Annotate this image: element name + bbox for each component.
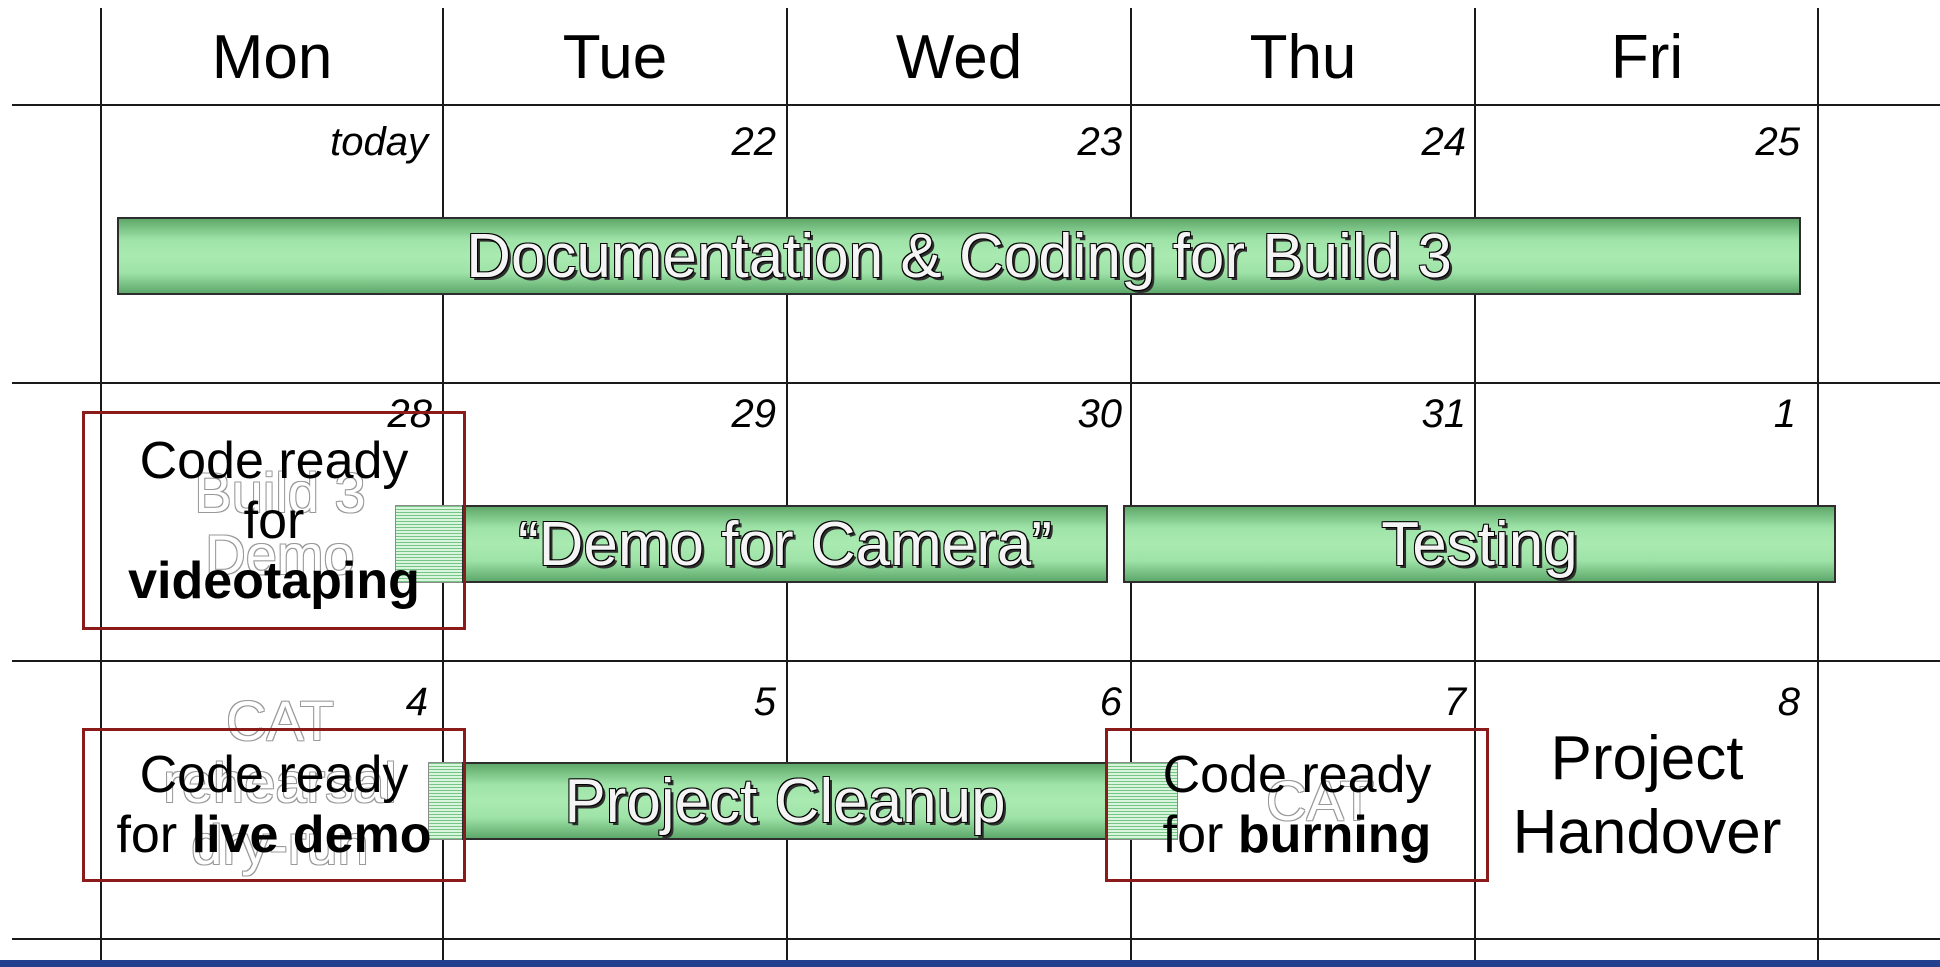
event-bar-documentation-coding[interactable]: Documentation & Coding for Build 3: [117, 217, 1801, 295]
date-label: today: [330, 120, 428, 164]
event-bar-demo-for-camera[interactable]: “Demo for Camera”: [462, 505, 1108, 583]
grid-line-h1: [12, 104, 1940, 106]
milestone-code-ready-videotaping[interactable]: Code ready for videotaping: [82, 411, 466, 630]
event-project-handover[interactable]: Project Handover: [1476, 722, 1818, 870]
date-label: 7: [1443, 680, 1466, 724]
date-label: 1: [1773, 392, 1796, 436]
date-label: 30: [1077, 392, 1123, 436]
weekday-header-mon: Mon: [211, 23, 333, 92]
weekday-header-fri: Fri: [1610, 23, 1684, 92]
milestone-line2: for: [243, 491, 305, 550]
weekday-header-tue: Tue: [562, 23, 668, 92]
date-label: 22: [731, 120, 777, 164]
milestone-line2: for: [116, 806, 192, 864]
grid-line-h2: [12, 382, 1940, 384]
milestone-line1: Code ready: [139, 746, 409, 804]
weekday-header-thu: Thu: [1249, 23, 1357, 92]
milestone-line1: Code ready: [1162, 746, 1432, 804]
milestone-code-ready-live-demo[interactable]: Code ready for live demo: [82, 728, 466, 882]
date-label: 24: [1421, 120, 1467, 164]
date-label: 5: [753, 680, 776, 724]
milestone-code-ready-burning[interactable]: Code ready for burning: [1105, 728, 1489, 882]
event-bar-project-cleanup[interactable]: Project Cleanup: [462, 762, 1108, 840]
date-label: 31: [1421, 392, 1467, 436]
milestone-line2-wrap: for live demo: [116, 805, 431, 865]
date-label: 6: [1099, 680, 1122, 724]
milestone-line1: Code ready: [139, 431, 409, 490]
event-bar-testing[interactable]: Testing: [1123, 505, 1836, 583]
date-label: 25: [1755, 120, 1801, 164]
milestone-bold-label: burning: [1237, 806, 1432, 864]
date-label: 29: [731, 392, 777, 436]
milestone-bold-label: videotaping: [128, 551, 420, 610]
grid-line-h4: [12, 938, 1940, 940]
date-label: 8: [1777, 680, 1800, 724]
weekday-header-wed: Wed: [895, 23, 1023, 92]
date-label: 23: [1077, 120, 1123, 164]
milestone-bold-label: live demo: [191, 806, 432, 864]
grid-line-h3: [12, 660, 1940, 662]
milestone-line2-wrap: for burning: [1163, 805, 1432, 865]
handover-line2: Handover: [1512, 798, 1782, 867]
handover-line1: Project: [1550, 724, 1744, 793]
footer-strip: [0, 960, 1940, 967]
milestone-line2: for: [1162, 806, 1238, 864]
